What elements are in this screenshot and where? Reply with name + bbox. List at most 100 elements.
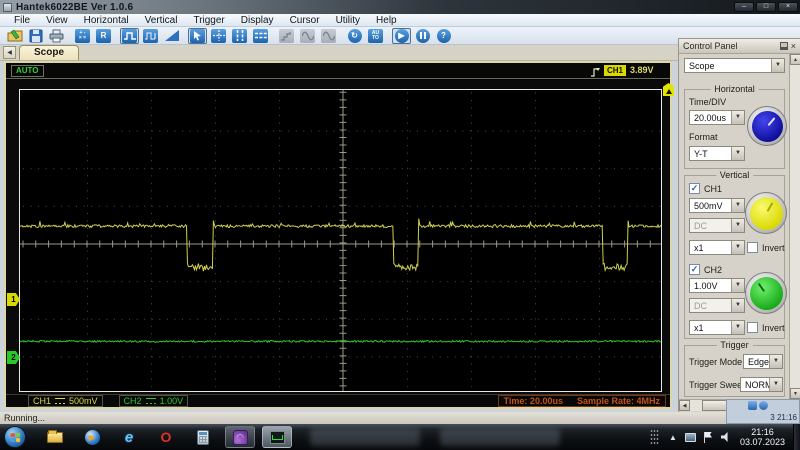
taskbar-mediaplayer-button[interactable]: ▶ [77,426,107,448]
internet-explorer-icon: e [125,429,133,446]
app-icon [3,3,12,12]
close-button[interactable]: × [778,2,798,12]
menu-vertical[interactable]: Vertical [137,15,186,26]
play-icon[interactable]: ▶ [392,28,411,44]
calculator-icon [197,430,209,445]
square-wave-alt-icon[interactable] [141,28,160,44]
checkbox-checked-icon[interactable]: ✓ [689,183,700,194]
close-icon[interactable]: × [791,42,796,50]
taskbar-ie-button[interactable]: e [114,426,144,448]
maximize-button[interactable]: □ [756,2,776,12]
ch1-volts-select[interactable]: 500mV ▼ [689,198,745,213]
show-hidden-icons[interactable]: ▲ [669,433,677,442]
vertical-group: Vertical ✓ CH1 500mV ▼ DC ▼ x1 ▼ [684,175,785,339]
pin-icon[interactable] [780,42,788,50]
panel-mode-select[interactable]: Scope ▼ [684,58,785,73]
ch1-probe-select[interactable]: x1 ▼ [689,240,745,255]
ch1-position-knob[interactable] [745,192,787,234]
taskbar-clock[interactable]: 21:16 03.07.2023 [740,427,785,447]
step-wave-disabled-icon [277,28,296,44]
ch2-probe-select[interactable]: x1 ▼ [689,320,745,335]
refresh-icon[interactable]: ↻ [345,28,364,44]
menu-cursor[interactable]: Cursor [282,15,328,26]
pause-icon[interactable] [413,28,432,44]
math-icon[interactable]: + -× = [73,28,92,44]
tab-scope[interactable]: Scope [19,45,79,60]
checkbox-checked-icon[interactable]: ✓ [689,264,700,275]
menu-file[interactable]: File [6,15,38,26]
taskbar-grip[interactable] [650,429,659,445]
menu-utility[interactable]: Utility [328,15,368,26]
speaker-icon[interactable] [721,432,732,442]
chevron-down-icon[interactable]: ▼ [769,378,782,391]
action-center-flag-icon[interactable] [704,432,713,443]
panel-vertical-scrollbar[interactable]: ▲ ▼ [789,54,800,399]
chevron-down-icon[interactable]: ▼ [731,199,744,212]
chevron-down-icon[interactable]: ▼ [771,59,784,72]
chevron-down-icon[interactable]: ▼ [731,241,744,254]
chevron-down-icon[interactable]: ▼ [731,279,744,292]
square-wave-icon[interactable] [120,28,139,44]
chevron-down-icon[interactable]: ▼ [769,355,782,368]
print-icon[interactable] [47,28,66,44]
ch2-invert[interactable]: Invert [747,322,785,333]
graticule[interactable] [19,89,662,392]
chevron-down-icon[interactable]: ▼ [731,111,744,124]
trigger-mode-select[interactable]: Edge ▼ [743,354,783,369]
reference-icon[interactable]: R [94,28,113,44]
status-bar: Running... [0,412,800,424]
ch2-enable[interactable]: ✓ CH2 [689,264,722,275]
ch2-volts-select[interactable]: 1.00V ▼ [689,278,745,293]
taskbar-opera-button[interactable]: O [151,426,181,448]
checkbox-unchecked-icon[interactable] [747,242,758,253]
ch2-position-knob[interactable] [745,272,787,314]
start-button[interactable] [4,426,26,448]
tab-prev-icon[interactable]: ◀ [3,46,16,59]
save-icon[interactable] [26,28,45,44]
title-bar: Hantek6022BE Ver 1.0.6 – □ × [0,0,800,14]
ch1-enable[interactable]: ✓ CH1 [689,183,722,194]
vertical-cursors-icon[interactable] [230,28,249,44]
folder-icon [47,432,63,443]
chevron-down-icon[interactable]: ▼ [731,147,744,160]
scope-widget: AUTO CH1 3.89V 1 2 CH1 500mV CH2 [4,61,672,409]
clock-time: 21:16 [740,427,785,437]
scroll-left-icon[interactable]: ◀ [679,400,690,411]
trigger-sweep-select[interactable]: NORMAL ▼ [740,377,783,392]
taskbar: ▶ e O ◠ ▲ 21:16 03.07.2023 [0,424,800,450]
menu-trigger[interactable]: Trigger [185,15,232,26]
format-select[interactable]: Y-T ▼ [689,146,745,161]
show-desktop-button[interactable] [793,424,800,450]
ch2-coupling-select: DC ▼ [689,298,745,313]
menu-horizontal[interactable]: Horizontal [76,15,137,26]
taskbar-oscilloscope-button[interactable] [262,426,292,448]
scroll-up-icon[interactable]: ▲ [790,54,800,65]
waveform-svg[interactable] [20,90,661,391]
menu-view[interactable]: View [38,15,76,26]
cursor-arrow-icon[interactable] [188,28,207,44]
timediv-select[interactable]: 20.00us ▼ [689,110,745,125]
tab-bar: ◀ Scope [0,45,678,61]
system-tray: ▲ 21:16 03.07.2023 [650,424,800,450]
ch1-invert[interactable]: Invert [747,242,785,253]
taskbar-app-button[interactable]: ◠ [225,426,255,448]
minimize-button[interactable]: – [734,2,754,12]
menu-help[interactable]: Help [368,15,405,26]
horizontal-knob[interactable] [747,106,787,146]
autoset-icon[interactable]: AUTO [366,28,385,44]
cross-cursor-icon[interactable] [209,28,228,44]
scroll-down-icon[interactable]: ▼ [790,388,800,399]
menu-display[interactable]: Display [233,15,282,26]
network-icon[interactable] [685,433,696,442]
chevron-down-icon: ▼ [731,299,744,312]
taskbar-calculator-button[interactable] [188,426,218,448]
trigger-position-marker[interactable] [663,83,674,96]
checkbox-unchecked-icon[interactable] [747,322,758,333]
ramp-icon[interactable] [162,28,181,44]
chevron-down-icon[interactable]: ▼ [731,321,744,334]
taskbar-explorer-button[interactable] [40,426,70,448]
open-icon[interactable] [5,28,24,44]
help-icon[interactable]: ? [434,28,453,44]
horizontal-cursors-icon[interactable] [251,28,270,44]
chevron-down-icon: ▼ [731,219,744,232]
